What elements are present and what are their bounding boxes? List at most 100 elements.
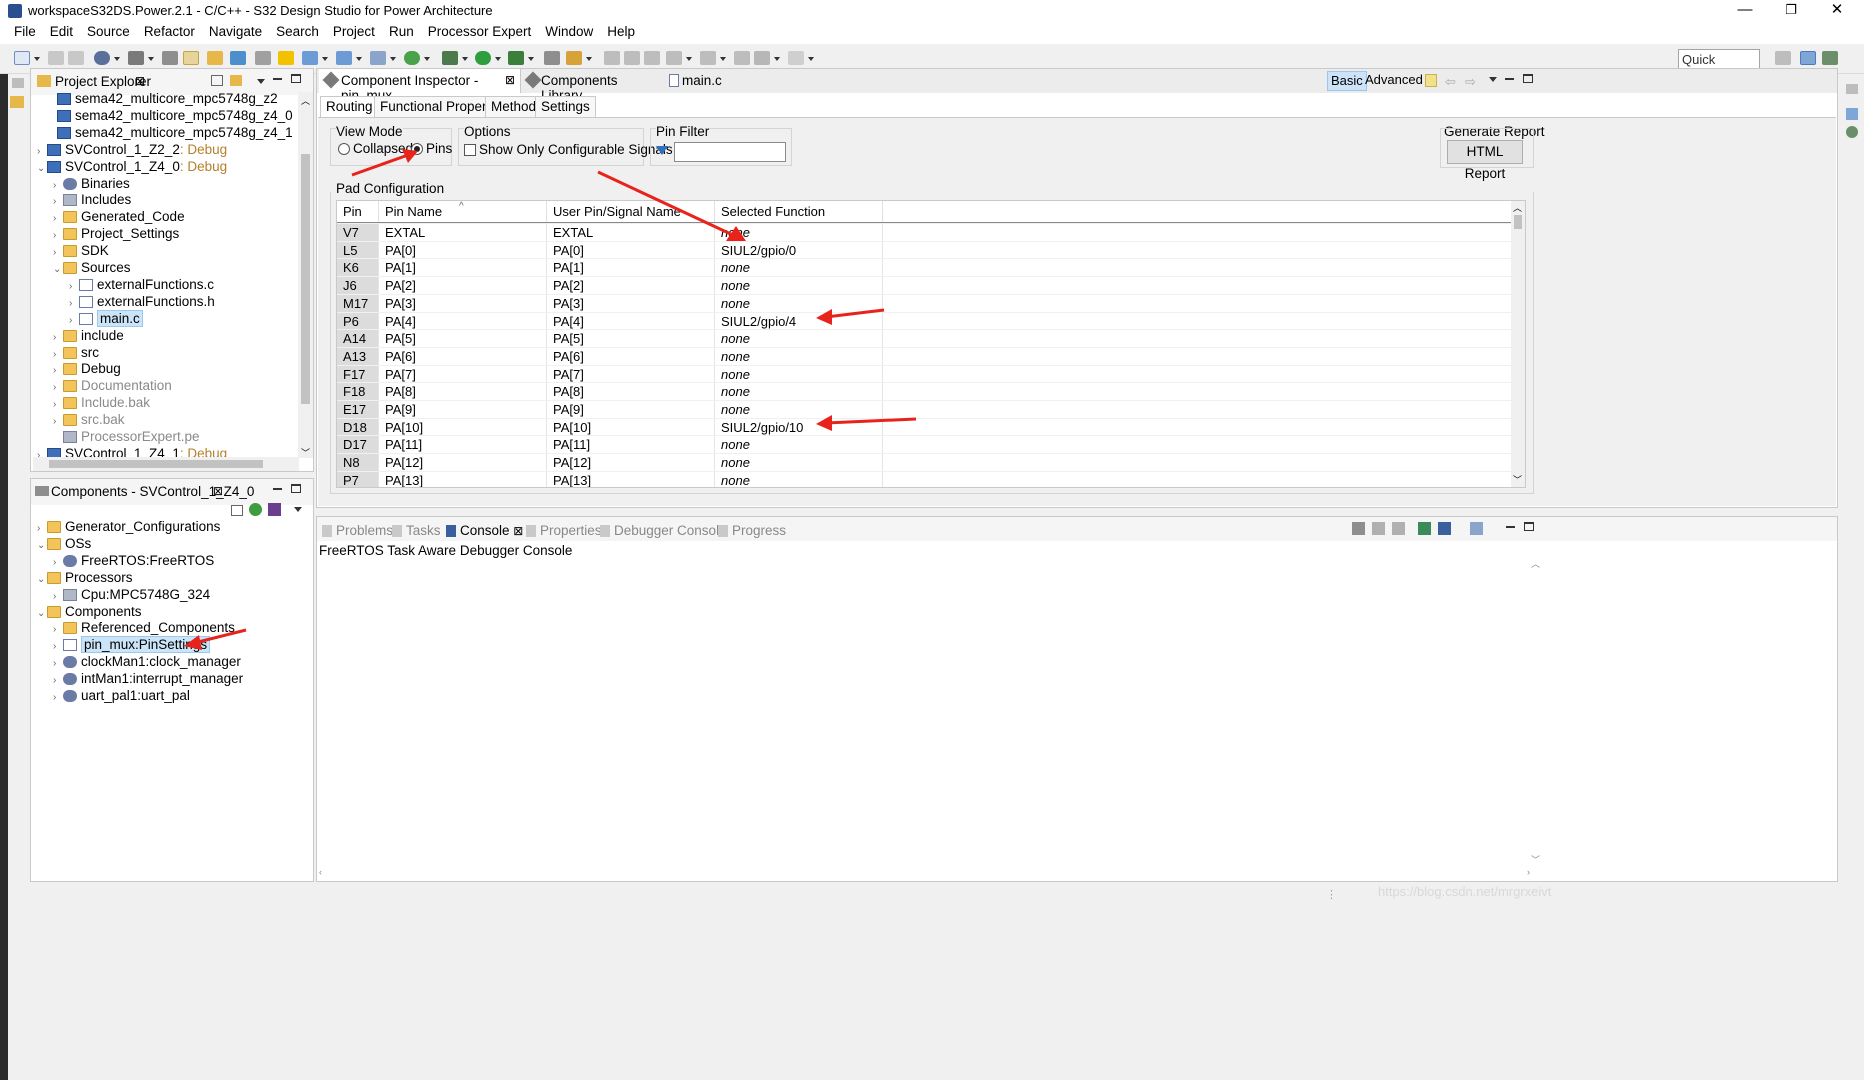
back-nav-icon[interactable]: ⇦ (1445, 74, 1456, 90)
close-button[interactable]: ✕ (1814, 0, 1860, 22)
chevron-down-icon[interactable]: ⌄ (37, 536, 47, 556)
user-signal-cell[interactable]: EXTAL (547, 224, 715, 242)
tool-f-icon[interactable] (604, 51, 620, 65)
tab-settings[interactable]: Settings (535, 96, 596, 118)
quick-access-input[interactable]: Quick Access (1678, 49, 1760, 82)
tool-h-icon[interactable] (644, 51, 660, 65)
pins-radio[interactable]: Pins (411, 141, 452, 156)
open-perspective-icon[interactable] (1775, 51, 1791, 65)
maximize-icon[interactable] (1523, 74, 1533, 83)
selected-function-cell[interactable]: none (715, 347, 883, 366)
close-icon[interactable]: ⊠ (513, 524, 523, 538)
new-icon[interactable] (14, 51, 30, 65)
status-icon[interactable] (1846, 126, 1858, 138)
restore-right-icon[interactable] (1846, 84, 1858, 94)
table-row[interactable]: F18 PA[8] PA[8] none (337, 382, 1513, 402)
search-tool-icon[interactable] (255, 51, 271, 65)
last-edit-icon[interactable] (734, 51, 750, 65)
component-tool-icon[interactable] (268, 503, 281, 516)
table-row[interactable]: L5 PA[0] PA[0] SIUL2/gpio/0 (337, 240, 1513, 260)
user-signal-cell[interactable]: PA[9] (547, 401, 715, 419)
table-row[interactable]: V7 EXTAL EXTAL none (337, 222, 1514, 242)
user-signal-cell[interactable]: PA[6] (547, 347, 715, 366)
next-annotation-icon[interactable] (666, 51, 682, 65)
prev-annotation-icon[interactable] (700, 51, 716, 65)
table-row[interactable]: D17 PA[11] PA[11] none (337, 435, 1513, 455)
chevron-right-icon[interactable]: › (53, 688, 63, 708)
component-item[interactable]: › uart_pal1:uart_pal (53, 686, 190, 706)
scroll-down-icon[interactable]: ﹀ (1531, 853, 1540, 866)
minimize-icon[interactable] (273, 488, 282, 490)
selected-function-cell[interactable]: none (715, 436, 883, 455)
user-signal-cell[interactable]: PA[10] (547, 418, 715, 437)
selected-function-cell[interactable]: none (715, 471, 883, 487)
advanced-button[interactable]: Advanced (1365, 72, 1423, 87)
back-icon[interactable] (754, 51, 770, 65)
external-tools-icon[interactable] (508, 51, 524, 65)
html-report-button[interactable]: HTML Report (1447, 140, 1523, 181)
chevron-down-icon[interactable]: ⌄ (37, 604, 47, 624)
tab-routing[interactable]: Routing (320, 96, 379, 118)
table-row[interactable]: N8 PA[12] PA[12] none (337, 453, 1513, 473)
table-row[interactable]: K6 PA[1] PA[1] none (337, 258, 1513, 278)
scroll-left-icon[interactable]: ‹ (319, 867, 322, 877)
user-signal-cell[interactable]: PA[0] (547, 241, 715, 260)
chevron-down-icon[interactable]: ⌄ (53, 260, 63, 280)
table-row[interactable]: A14 PA[5] PA[5] none (337, 329, 1513, 349)
scroll-up-icon[interactable]: ︿ (301, 94, 310, 107)
collapse-all-icon[interactable] (231, 505, 243, 516)
user-signal-cell[interactable]: PA[11] (547, 436, 715, 455)
clear-console-icon[interactable] (1352, 522, 1365, 535)
tab-main-c[interactable]: main.c (665, 69, 745, 93)
scroll-right-icon[interactable]: › (1527, 867, 1530, 877)
menu-help[interactable]: Help (600, 22, 642, 39)
table-row[interactable]: P6 PA[4] PA[4] SIUL2/gpio/4 (337, 311, 1513, 331)
selected-function-cell[interactable]: none (715, 259, 883, 278)
menu-project[interactable]: Project (326, 22, 382, 39)
user-signal-cell[interactable]: PA[7] (547, 365, 715, 384)
tab-component-inspector[interactable]: Component Inspector - pin_mux ⊠ (319, 69, 521, 103)
view-menu-icon[interactable] (1489, 77, 1497, 82)
outline-icon[interactable] (1846, 108, 1858, 120)
menu-processor-expert[interactable]: Processor Expert (421, 22, 539, 39)
build-icon[interactable] (128, 51, 144, 65)
user-signal-cell[interactable]: PA[2] (547, 277, 715, 296)
menu-edit[interactable]: Edit (43, 22, 80, 39)
table-row[interactable]: F17 PA[7] PA[7] none (337, 364, 1513, 384)
selected-function-cell[interactable]: SIUL2/gpio/4 (715, 312, 883, 331)
selected-function-cell[interactable]: none (715, 330, 883, 349)
generate-code-icon[interactable] (249, 503, 262, 516)
tab-debugger-console[interactable]: Debugger Console (600, 523, 727, 538)
note-icon[interactable] (1425, 74, 1437, 87)
selected-function-cell[interactable]: none (715, 277, 883, 296)
close-icon[interactable]: ⊠ (135, 74, 145, 88)
menu-file[interactable]: File (0, 22, 43, 39)
menu-source[interactable]: Source (80, 22, 137, 39)
cpp-perspective-icon[interactable] (1800, 51, 1816, 65)
col-selected-function-header[interactable]: Selected Function (715, 201, 883, 223)
selected-function-cell[interactable]: none (715, 401, 883, 419)
tab-problems[interactable]: Problems (322, 523, 393, 538)
view-menu-icon[interactable] (294, 507, 302, 512)
save-icon[interactable] (48, 51, 64, 65)
chevron-down-icon[interactable]: ⌄ (37, 570, 47, 590)
menu-navigate[interactable]: Navigate (202, 22, 269, 39)
tab-properties[interactable]: Properties (526, 523, 602, 538)
user-signal-cell[interactable]: PA[3] (547, 294, 715, 313)
project-tree-hscroll[interactable] (33, 457, 299, 471)
tab-tasks[interactable]: Tasks (392, 523, 441, 538)
settings-icon[interactable] (94, 51, 110, 65)
pad-table-vscroll[interactable]: ︿ ﹀ (1511, 201, 1525, 487)
menu-window[interactable]: Window (538, 22, 600, 39)
components-title[interactable]: Components - SVControl_1_Z4_0 (51, 484, 254, 499)
console-vscroll[interactable]: ︿ ﹀ (1529, 557, 1543, 867)
display-console-icon[interactable] (1438, 522, 1451, 535)
user-signal-cell[interactable]: PA[8] (547, 383, 715, 402)
word-wrap-icon[interactable] (1392, 522, 1405, 535)
table-row[interactable]: P7 PA[13] PA[13] none (337, 470, 1513, 487)
open-console-icon[interactable] (1470, 522, 1483, 535)
pin-console-icon[interactable] (1418, 522, 1431, 535)
scroll-down-icon[interactable]: ﹀ (301, 446, 310, 459)
menu-run[interactable]: Run (382, 22, 421, 39)
scroll-up-icon[interactable]: ︿ (1531, 557, 1540, 570)
